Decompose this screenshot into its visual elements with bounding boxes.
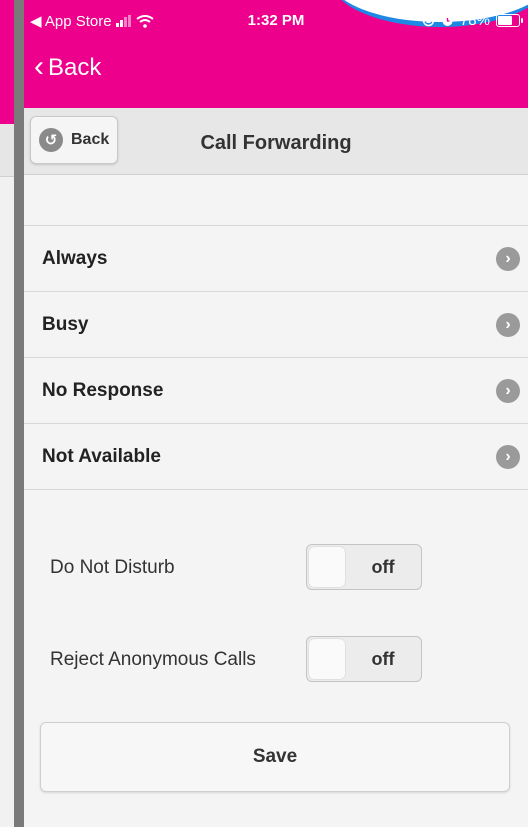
phone-screen: ◀ App Store 1:32 PM 78% ‹ Back ↺ Back Ca… [24, 0, 528, 827]
forward-options-list: Always › Busy › No Response › Not Availa… [24, 225, 528, 490]
title-bar: ↺ Back Call Forwarding [24, 108, 528, 175]
forward-option-label: Busy [42, 313, 89, 335]
chevron-right-icon: › [496, 445, 520, 469]
forward-option-always[interactable]: Always › [24, 226, 528, 292]
chevron-right-icon: › [496, 313, 520, 337]
background-toolbar [0, 124, 14, 177]
reject-anonymous-row: Reject Anonymous Calls off [50, 636, 520, 684]
reject-anonymous-label: Reject Anonymous Calls [50, 649, 256, 670]
background-screen [0, 0, 14, 827]
forward-option-label: No Response [42, 379, 164, 401]
do-not-disturb-row: Do Not Disturb off [50, 544, 520, 592]
do-not-disturb-toggle[interactable]: off [306, 544, 422, 590]
chevron-left-icon: ‹ [34, 49, 44, 83]
screen-gap [14, 0, 24, 827]
toggle-knob [309, 639, 345, 679]
save-button[interactable]: Save [40, 722, 510, 792]
forward-option-not-available[interactable]: Not Available › [24, 424, 528, 490]
status-bar: ◀ App Store 1:32 PM 78% [24, 0, 528, 40]
forward-option-no-response[interactable]: No Response › [24, 358, 528, 424]
chevron-right-icon: › [496, 379, 520, 403]
do-not-disturb-label: Do Not Disturb [50, 557, 175, 578]
battery-icon [496, 14, 523, 27]
page-title: Call Forwarding [200, 132, 352, 154]
battery-percent: 78% [459, 12, 490, 29]
alarm-icon [442, 16, 453, 26]
forward-option-label: Not Available [42, 445, 161, 467]
toggle-value: off [371, 649, 395, 669]
forward-option-busy[interactable]: Busy › [24, 292, 528, 358]
toggle-value: off [371, 557, 395, 577]
forward-option-label: Always [42, 247, 108, 269]
reject-anonymous-toggle[interactable]: off [306, 636, 422, 682]
nav-back-label: Back [48, 54, 102, 81]
status-right: 78% [422, 12, 523, 29]
background-header [0, 0, 14, 124]
toggle-knob [309, 547, 345, 587]
rotation-lock-icon [422, 14, 435, 27]
nav-back-button[interactable]: ‹ Back [34, 49, 102, 83]
chevron-right-icon: › [496, 247, 520, 271]
battery-fill [498, 16, 513, 25]
